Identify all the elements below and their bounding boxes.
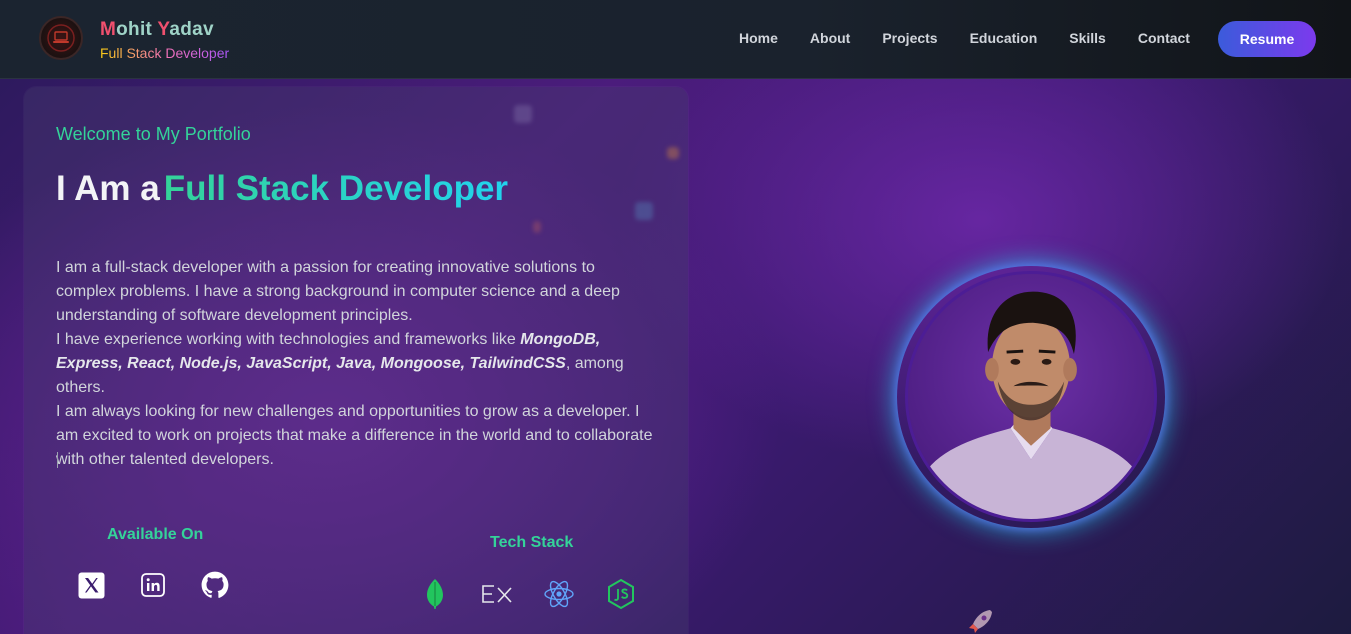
github-icon[interactable]	[201, 571, 229, 599]
nav-contact[interactable]: Contact	[1138, 30, 1190, 46]
nodejs-icon	[604, 577, 638, 611]
nav-skills[interactable]: Skills	[1069, 30, 1106, 46]
x-icon[interactable]	[77, 571, 105, 599]
nav-links: Home About Projects Education Skills Con…	[739, 30, 1222, 46]
brand-initial-m: M	[100, 19, 117, 40]
rocket-icon	[969, 610, 992, 633]
nav-projects[interactable]: Projects	[882, 30, 937, 46]
bio-text: I am a full-stack developer with a passi…	[56, 256, 656, 472]
profile-avatar	[905, 271, 1157, 522]
brand-first-rest: ohit	[116, 19, 158, 40]
laptop-logo-icon[interactable]	[39, 16, 83, 60]
headline-prefix: I Am a	[56, 169, 160, 208]
brand-initial-y: Y	[157, 19, 170, 40]
linkedin-icon[interactable]	[139, 571, 167, 599]
nav-about[interactable]: About	[810, 30, 850, 46]
typing-cursor	[57, 452, 58, 468]
brand-subtitle: Full Stack Developer	[100, 45, 230, 61]
page-title: I Am a Full Stack Developer	[56, 169, 508, 209]
brand-name[interactable]: Mohit Yadav	[100, 19, 214, 41]
bio-paragraph-1: I am a full-stack developer with a passi…	[56, 259, 620, 324]
nav-education[interactable]: Education	[970, 30, 1038, 46]
brand-last-rest: adav	[169, 19, 214, 40]
headline-role: Full Stack Developer	[163, 169, 509, 208]
express-icon	[480, 577, 514, 611]
top-navbar: Mohit Yadav Full Stack Developer Home Ab…	[0, 0, 1351, 79]
mongodb-icon	[418, 577, 452, 611]
available-on-title: Available On	[107, 526, 204, 543]
bio-paragraph-2-prefix: I have experience working with technolog…	[56, 331, 521, 348]
welcome-text: Welcome to My Portfolio	[56, 124, 251, 144]
nav-home[interactable]: Home	[739, 30, 778, 46]
resume-button[interactable]: Resume	[1218, 21, 1316, 57]
bio-paragraph-3: I am always looking for new challenges a…	[56, 403, 653, 468]
tech-stack-title: Tech Stack	[490, 534, 574, 551]
react-icon	[542, 577, 576, 611]
